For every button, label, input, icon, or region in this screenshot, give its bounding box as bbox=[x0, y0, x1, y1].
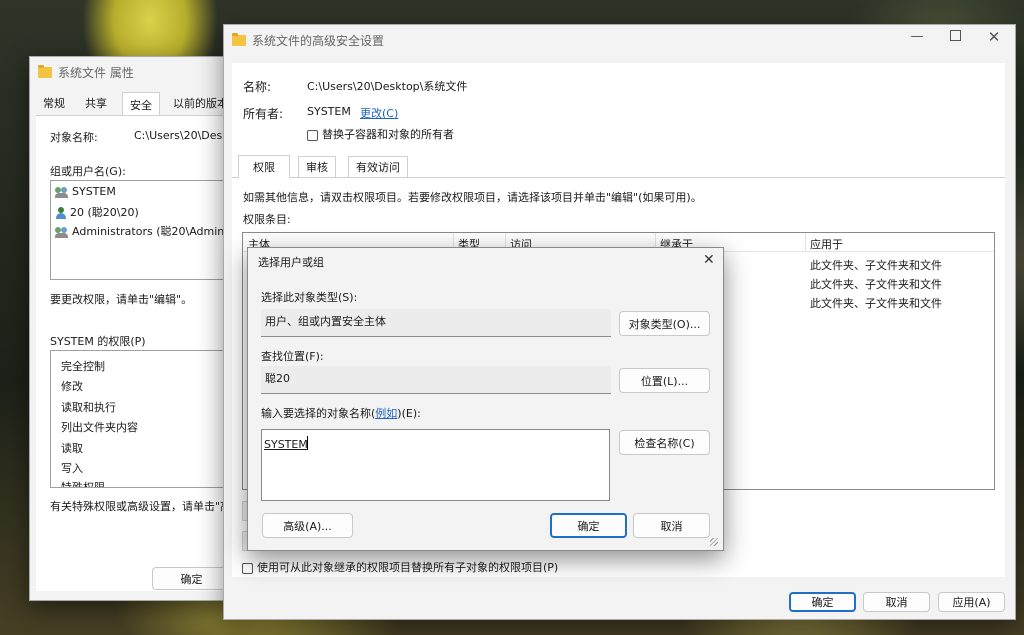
user-icon bbox=[55, 207, 67, 219]
list-item: 特殊权限 bbox=[61, 481, 105, 488]
object-type-button[interactable]: 对象类型(O)... bbox=[619, 311, 710, 336]
user-group-icon bbox=[55, 186, 69, 198]
properties-title: 系统文件 属性 bbox=[58, 65, 134, 80]
list-item: 读取 bbox=[61, 442, 83, 455]
group-user-label: 组或用户名(G): bbox=[50, 165, 126, 178]
name-value: C:\Users\20\Desktop\系统文件 bbox=[307, 80, 468, 93]
permissions-list: 完全控制 修改 读取和执行 列出文件夹内容 读取 写入 特殊权限 bbox=[50, 350, 230, 488]
advanced-button[interactable]: 高级(A)... bbox=[262, 513, 353, 538]
object-type-label: 选择此对象类型(S): bbox=[261, 291, 358, 304]
select-user-dialog: 选择用户或组 ✕ 选择此对象类型(S): 用户、组或内置安全主体 对象类型(O)… bbox=[247, 247, 724, 551]
list-item: 完全控制 bbox=[61, 360, 105, 373]
close-icon[interactable]: ✕ bbox=[703, 252, 715, 268]
advanced-tab-strip: 权限 审核 有效访问 bbox=[232, 155, 1005, 178]
examples-link[interactable]: 例如 bbox=[375, 407, 397, 420]
location-button[interactable]: 位置(L)... bbox=[619, 368, 710, 393]
folder-icon bbox=[232, 32, 246, 46]
tab-permissions[interactable]: 权限 bbox=[238, 155, 290, 178]
column-applies-to[interactable]: 应用于 bbox=[810, 236, 843, 252]
check-names-button[interactable]: 检查名称(C) bbox=[619, 430, 710, 455]
object-name-input[interactable]: SYSTEM bbox=[261, 429, 610, 501]
object-name-value: C:\Users\20\Desk bbox=[134, 129, 229, 142]
name-label: 名称: bbox=[243, 80, 272, 94]
owner-value: SYSTEM bbox=[307, 105, 351, 118]
location-field: 聪20 bbox=[261, 366, 611, 394]
applies-to-cell: 此文件夹、子文件夹和文件 bbox=[810, 278, 942, 291]
ok-button[interactable]: 确定 bbox=[152, 567, 230, 590]
object-name-label: 输入要选择的对象名称(例如)(E): bbox=[261, 407, 421, 420]
list-item[interactable]: SYSTEM bbox=[55, 185, 116, 198]
folder-icon bbox=[38, 64, 52, 78]
replace-owner-checkbox[interactable] bbox=[307, 129, 318, 141]
list-item: 读取和执行 bbox=[61, 401, 116, 414]
advanced-title: 系统文件的高级安全设置 bbox=[252, 33, 385, 48]
group-user-list[interactable]: SYSTEM 20 (聪20\20) Administrators (聪20\A… bbox=[50, 180, 237, 280]
list-item[interactable]: 20 (聪20\20) bbox=[55, 204, 139, 220]
permission-entries-label: 权限条目: bbox=[243, 213, 291, 226]
list-item: 列出文件夹内容 bbox=[61, 421, 138, 434]
replace-owner-option: 替换子容器和对象的所有者 bbox=[307, 126, 454, 142]
resize-grip-icon[interactable] bbox=[710, 538, 718, 546]
tab-auditing[interactable]: 审核 bbox=[298, 156, 336, 177]
tab-sharing[interactable]: 共享 bbox=[78, 93, 114, 113]
cancel-button[interactable]: 取消 bbox=[863, 592, 930, 612]
change-owner-link[interactable]: 更改(C) bbox=[360, 105, 398, 121]
replace-owner-label: 替换子容器和对象的所有者 bbox=[322, 128, 454, 141]
replace-children-label: 使用可从此对象继承的权限项目替换所有子对象的权限项目(P) bbox=[257, 561, 559, 574]
object-name-value: SYSTEM bbox=[264, 438, 308, 451]
text-cursor bbox=[307, 436, 308, 450]
list-item: 修改 bbox=[61, 380, 83, 393]
info-text: 如需其他信息，请双击权限项目。若要修改权限项目，请选择该项目并单击"编辑"(如果… bbox=[243, 191, 702, 204]
object-name-label: 对象名称: bbox=[50, 131, 98, 144]
tab-security[interactable]: 安全 bbox=[122, 92, 160, 116]
tab-effective-access[interactable]: 有效访问 bbox=[348, 156, 408, 177]
close-icon[interactable]: ✕ bbox=[987, 28, 1001, 46]
advanced-titlebar[interactable]: 系统文件的高级安全设置 bbox=[224, 25, 1015, 55]
ok-button[interactable]: 确定 bbox=[789, 592, 856, 612]
maximize-icon[interactable] bbox=[948, 30, 962, 45]
list-item[interactable]: Administrators (聪20\Administ bbox=[55, 223, 237, 239]
minimize-icon[interactable]: — bbox=[910, 29, 924, 44]
permissions-label: SYSTEM 的权限(P) bbox=[50, 335, 146, 348]
cancel-button[interactable]: 取消 bbox=[633, 513, 710, 538]
replace-children-option: 使用可从此对象继承的权限项目替换所有子对象的权限项目(P) bbox=[242, 559, 558, 575]
advanced-settings-hint: 有关特殊权限或高级设置，请单击"高 bbox=[50, 500, 232, 513]
location-label: 查找位置(F): bbox=[261, 350, 324, 363]
dialog-title: 选择用户或组 bbox=[258, 256, 324, 269]
ok-button[interactable]: 确定 bbox=[550, 513, 627, 538]
list-item: 写入 bbox=[61, 462, 83, 475]
properties-tabs: 常规 共享 安全 以前的版本 bbox=[36, 92, 236, 116]
applies-to-cell: 此文件夹、子文件夹和文件 bbox=[810, 297, 942, 310]
applies-to-cell: 此文件夹、子文件夹和文件 bbox=[810, 259, 942, 272]
properties-titlebar[interactable]: 系统文件 属性 bbox=[30, 57, 235, 87]
user-group-icon bbox=[55, 226, 69, 238]
replace-children-checkbox[interactable] bbox=[242, 562, 253, 574]
properties-window: 系统文件 属性 常规 共享 安全 以前的版本 对象名称: C:\Users\20… bbox=[29, 56, 237, 601]
object-type-field: 用户、组或内置安全主体 bbox=[261, 309, 611, 337]
apply-button[interactable]: 应用(A) bbox=[938, 592, 1005, 612]
column-divider bbox=[805, 233, 806, 251]
tab-general[interactable]: 常规 bbox=[36, 93, 72, 113]
owner-label: 所有者: bbox=[243, 107, 284, 121]
change-permissions-hint: 要更改权限，请单击"编辑"。 bbox=[50, 293, 193, 306]
